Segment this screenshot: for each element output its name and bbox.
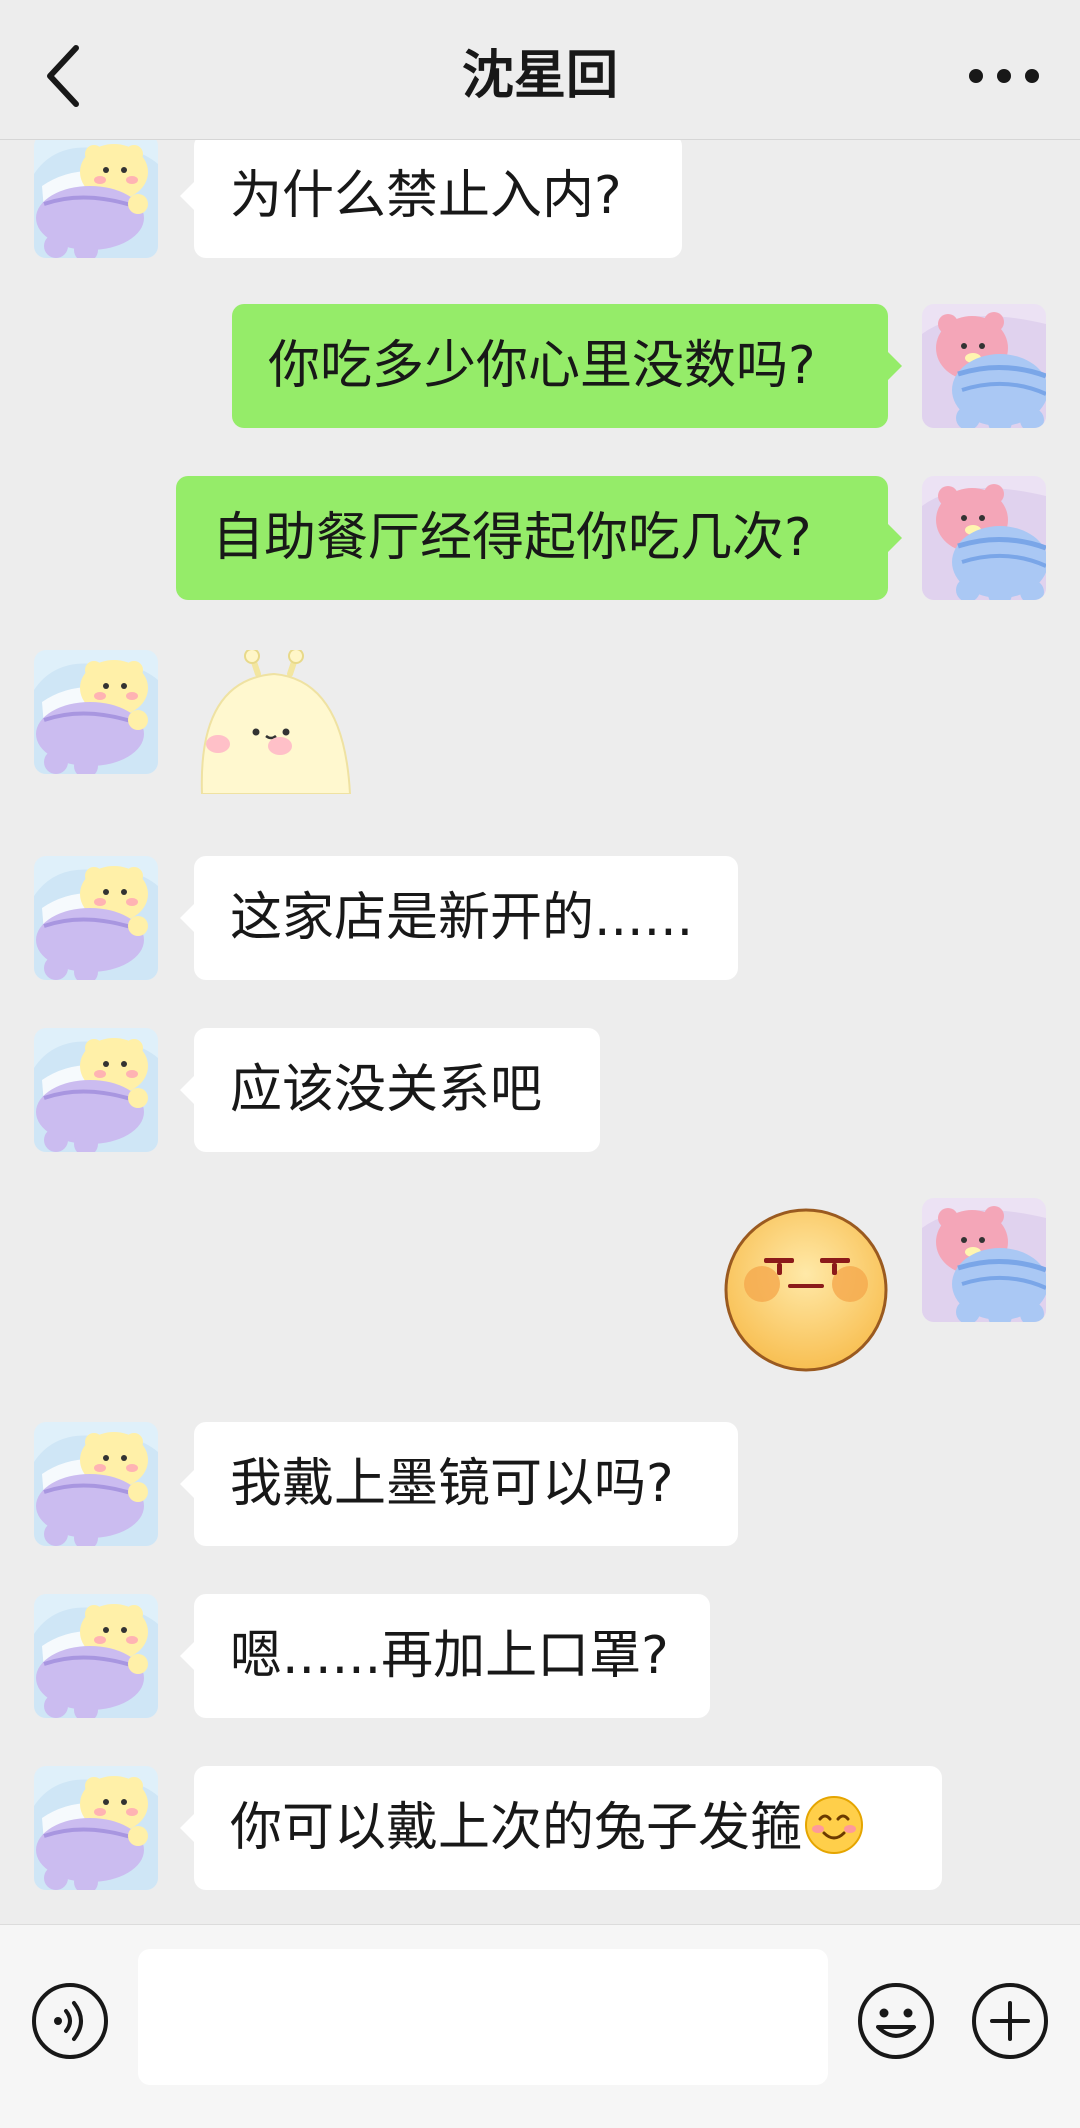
plus-icon xyxy=(972,1983,1048,2059)
more-button[interactable] xyxy=(964,50,1044,102)
sticker-message[interactable] xyxy=(194,648,358,798)
voice-button[interactable] xyxy=(30,1981,110,2061)
message-bubble-incoming[interactable]: 为什么禁止入内? xyxy=(180,140,682,258)
plus-button[interactable] xyxy=(970,1981,1050,2061)
more-dots-icon xyxy=(969,69,1039,83)
contact-avatar[interactable] xyxy=(34,650,158,774)
message-text: 你可以戴上次的兔子发箍 xyxy=(230,1798,803,1858)
message-bubble-incoming[interactable]: 这家店是新开的...... xyxy=(180,856,738,980)
contact-avatar[interactable] xyxy=(34,1766,158,1890)
contact-avatar[interactable] xyxy=(34,1594,158,1718)
page-title: 沈星回 xyxy=(461,46,618,106)
message-bubble-outgoing[interactable]: 自助餐厅经得起你吃几次? xyxy=(176,476,902,600)
smiling-face-emoji xyxy=(805,1796,864,1854)
message-bubble-incoming[interactable]: 我戴上墨镜可以吗? xyxy=(180,1422,738,1546)
message-bubble-incoming[interactable]: 应该没关系吧 xyxy=(180,1028,600,1152)
emoji-button[interactable] xyxy=(856,1981,936,2061)
yellow-blob-sticker xyxy=(200,648,352,795)
message-bubble-incoming[interactable]: 你可以戴上次的兔子发箍 xyxy=(180,1766,942,1890)
my-avatar[interactable] xyxy=(922,304,1046,428)
my-avatar[interactable] xyxy=(922,476,1046,600)
contact-avatar[interactable] xyxy=(34,1028,158,1152)
annoyed-face-emoji xyxy=(724,1208,888,1372)
chat-header: 沈星回 xyxy=(0,0,1080,140)
message-input[interactable] xyxy=(138,1949,828,2085)
sticker-message[interactable] xyxy=(724,1208,888,1376)
contact-avatar[interactable] xyxy=(34,1422,158,1546)
message-bubble-outgoing[interactable]: 你吃多少你心里没数吗? xyxy=(232,304,902,428)
my-avatar[interactable] xyxy=(922,1198,1046,1322)
contact-avatar[interactable] xyxy=(34,140,158,258)
emoji-icon xyxy=(858,1983,934,2059)
input-bar xyxy=(0,1924,1080,2128)
contact-avatar[interactable] xyxy=(34,856,158,980)
message-bubble-incoming[interactable]: 嗯......再加上口罩? xyxy=(180,1594,710,1718)
voice-icon xyxy=(32,1983,108,2059)
message-list[interactable]: 为什么禁止入内? 你吃多少你心里没数吗? 自助餐厅经得起你吃几次? 这家店是新开… xyxy=(0,140,1080,1924)
